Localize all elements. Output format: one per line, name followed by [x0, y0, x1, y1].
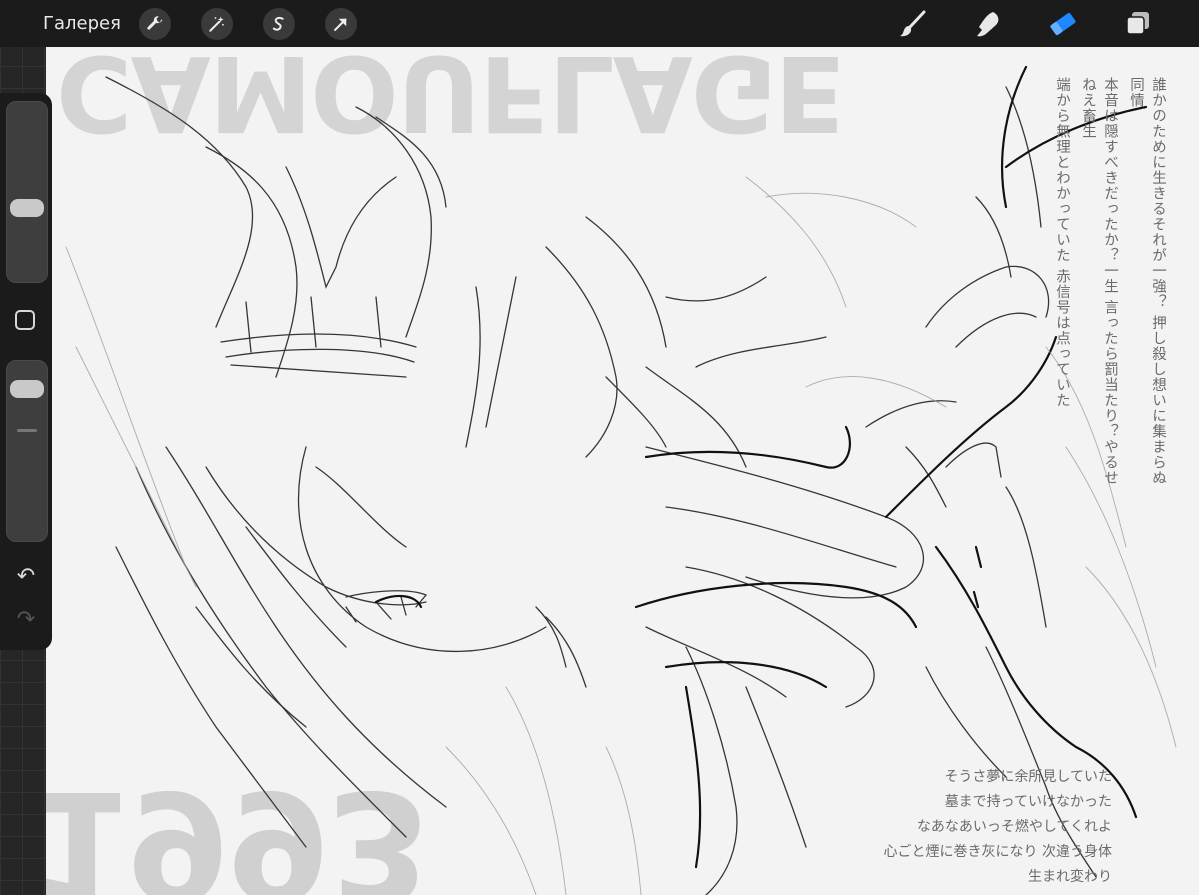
- square-icon[interactable]: [15, 310, 35, 330]
- transform-button[interactable]: [325, 8, 357, 40]
- eraser-tool[interactable]: [1045, 6, 1081, 42]
- undo-icon[interactable]: ↶: [12, 563, 40, 591]
- slider-midline: [17, 429, 37, 432]
- lyric-line: 生まれ変わり: [1028, 869, 1112, 885]
- selection-s-icon: [272, 16, 284, 31]
- lyric-line: 心ごと煙に巻き灰になり 次違う身体: [883, 844, 1112, 860]
- smudge-icon: [977, 12, 999, 37]
- gallery-button[interactable]: Галерея: [43, 13, 121, 34]
- layers-tool[interactable]: [1120, 6, 1156, 42]
- drawing-canvas[interactable]: CAMOUFLAGE 1993 誰かのために生きるそれが一強？ 押し殺し想いに集…: [46, 47, 1199, 895]
- brush-tool[interactable]: [895, 6, 931, 42]
- eraser-icon: [1050, 12, 1076, 36]
- adjustments-button[interactable]: [201, 8, 233, 40]
- layers-icon: [1126, 12, 1149, 35]
- lyric-line: そうさ夢に余所見していた: [944, 769, 1112, 785]
- vertical-lyric-line: 端から無理とわかっていた 赤信号は点っていた: [1054, 77, 1070, 409]
- vertical-lyric-line: 誰かのために生きるそれが一強？ 押し殺し想いに集まらぬ同情: [1128, 77, 1166, 486]
- horizontal-lyrics: そうさ夢に余所見していた 墓まで持っていけなかった なあなあいっそ燃やしてくれよ…: [866, 765, 1112, 890]
- sidebar: ↶ ↷: [0, 93, 52, 650]
- lyric-line: 墓まで持っていけなかった: [944, 794, 1112, 810]
- actions-button[interactable]: [139, 8, 171, 40]
- smudge-tool[interactable]: [970, 6, 1006, 42]
- brush-size-slider[interactable]: [6, 101, 48, 283]
- vertical-lyric-line: 本音は隠すべきだったか？一生 言ったら罰当たり？やるせねえ畜生: [1080, 77, 1118, 486]
- brush-icon: [900, 10, 926, 37]
- top-toolbar: Галерея: [0, 0, 1199, 47]
- move-arrow-icon: [334, 18, 347, 31]
- opacity-slider[interactable]: [6, 360, 48, 542]
- redo-icon[interactable]: ↷: [12, 606, 40, 634]
- opacity-thumb[interactable]: [10, 379, 44, 398]
- magic-wand-icon: [209, 16, 224, 32]
- selection-button[interactable]: [263, 8, 295, 40]
- brush-size-thumb[interactable]: [10, 198, 44, 217]
- lyric-line: なあなあいっそ燃やしてくれよ: [916, 819, 1112, 835]
- vertical-lyrics: 誰かのために生きるそれが一強？ 押し殺し想いに集まらぬ同情 本音は隠すべきだった…: [1051, 77, 1169, 497]
- wrench-icon: [147, 16, 163, 30]
